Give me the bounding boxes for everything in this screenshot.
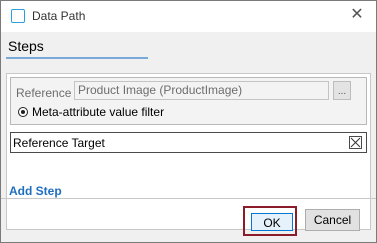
reference-target-label: Reference Target	[13, 136, 105, 150]
data-path-dialog: Data Path ✕ Steps Reference Product Imag…	[0, 0, 377, 243]
window-title: Data Path	[32, 9, 86, 23]
footer-divider	[1, 198, 376, 199]
close-button[interactable]: ✕	[348, 6, 366, 24]
title-bar: Data Path ✕	[1, 1, 376, 32]
tab-steps[interactable]: Steps	[8, 38, 44, 54]
tab-underline	[6, 57, 148, 59]
reference-field[interactable]: Product Image (ProductImage)	[74, 81, 329, 100]
ok-button[interactable]: OK	[251, 213, 293, 231]
window-icon	[11, 9, 25, 23]
steps-panel: Reference Product Image (ProductImage) .…	[6, 73, 371, 230]
step-item: Reference Product Image (ProductImage) .…	[10, 77, 367, 125]
browse-button[interactable]: ...	[333, 81, 351, 100]
add-step-link[interactable]: Add Step	[9, 184, 62, 198]
cancel-button[interactable]: Cancel	[305, 209, 360, 231]
remove-target-icon[interactable]	[349, 136, 362, 149]
reference-target-row[interactable]: Reference Target	[10, 132, 367, 153]
ok-button-highlight: OK	[243, 206, 297, 236]
reference-label: Reference	[16, 86, 72, 100]
radio-selected-icon	[18, 107, 28, 117]
meta-attribute-filter-label: Meta-attribute value filter	[32, 105, 165, 119]
